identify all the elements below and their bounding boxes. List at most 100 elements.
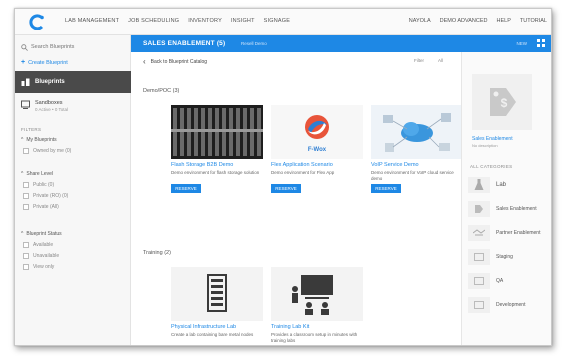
category-item-staging[interactable]: Staging — [468, 246, 550, 268]
category-item-lab[interactable]: Lab — [468, 174, 550, 196]
nav-job-scheduling[interactable]: JOB SCHEDULING — [128, 18, 179, 24]
plus-icon: + — [21, 59, 26, 66]
page-header: SALES ENABLEMENT (5) Resell Demo NEW — [131, 35, 551, 52]
flask-icon — [468, 177, 490, 193]
blueprint-card[interactable]: Flash Storage B2B Demo Demo environment … — [171, 105, 263, 193]
right-nav: NAYOLA DEMO ADVANCED HELP TUTORIAL — [409, 18, 547, 24]
blueprint-card[interactable]: Physical Infrastructure Lab Create a lab… — [171, 267, 263, 343]
development-icon — [468, 297, 490, 313]
chevron-up-icon: ^ — [21, 231, 24, 237]
new-label[interactable]: NEW — [517, 41, 528, 46]
category-item-qa[interactable]: QA — [468, 270, 550, 292]
top-navbar: LAB MANAGEMENT JOB SCHEDULING INVENTORY … — [15, 9, 551, 35]
reserve-button[interactable]: RESERVE — [271, 184, 301, 193]
card-description: Demo environment for VoIP cloud service … — [371, 170, 454, 181]
filter-option[interactable]: Unavailable — [21, 253, 62, 259]
card-title[interactable]: Training Lab Kit — [271, 324, 363, 330]
search-icon — [21, 43, 28, 51]
nav-domain[interactable]: DEMO ADVANCED — [440, 18, 488, 24]
price-tag-icon: $ — [472, 74, 532, 130]
section-title-demo: Demo/POC (3) — [143, 88, 180, 94]
sidebar: + Create Blueprint Blueprints Sandboxes … — [15, 35, 131, 345]
qa-icon — [468, 273, 490, 289]
filter-group-toggle[interactable]: ^ Share Level — [21, 171, 68, 177]
page-title: SALES ENABLEMENT (5) — [143, 40, 226, 47]
category-title: Sales Enablement — [472, 136, 513, 142]
category-item-sales-enablement[interactable]: Sales Enablement — [468, 198, 550, 220]
filter-option[interactable]: Private (All) — [21, 204, 68, 210]
back-link[interactable]: ‹ Back to Blueprint Catalog — [143, 57, 207, 66]
nav-inventory[interactable]: INVENTORY — [188, 18, 222, 24]
checkbox[interactable] — [23, 148, 29, 154]
filter-option[interactable]: View only — [21, 264, 62, 270]
chevron-up-icon: ^ — [21, 171, 24, 177]
checkbox[interactable] — [23, 253, 29, 259]
app-logo-image: F-Wox — [271, 105, 363, 159]
blueprint-card[interactable]: VoIP Service Demo Demo environment for V… — [371, 105, 463, 193]
rack-icon-image — [171, 267, 263, 321]
card-title[interactable]: VoIP Service Demo — [371, 162, 463, 168]
all-categories-header: ALL CATEGORIES — [470, 164, 513, 169]
blueprint-card[interactable]: Training Lab Kit Provides a classroom se… — [271, 267, 363, 343]
card-title[interactable]: Flash Storage B2B Demo — [171, 162, 263, 168]
category-item-development[interactable]: Development — [468, 294, 550, 316]
grid-view-icon[interactable] — [537, 39, 545, 47]
cloud-network-image — [371, 105, 463, 159]
chevron-left-icon: ‹ — [143, 57, 146, 66]
filter-option[interactable]: Private (RO) (0) — [21, 193, 68, 199]
checkbox[interactable] — [23, 193, 29, 199]
sandbox-icon — [21, 100, 30, 109]
card-title[interactable]: Physical Infrastructure Lab — [171, 324, 263, 330]
nav-help[interactable]: HELP — [497, 18, 511, 24]
filter-option[interactable]: Owned by me (0) — [21, 148, 71, 154]
filters-header: FILTERS — [21, 127, 42, 132]
sidebar-item-label: Blueprints — [35, 79, 65, 85]
card-description: Provides a classroom setup in minutes wi… — [271, 332, 358, 343]
card-description: Demo environment for Flex App — [271, 170, 335, 175]
app-logo-text: F-Wox — [308, 147, 327, 153]
create-blueprint-label: Create Blueprint — [28, 59, 68, 66]
category-panel: $ Sales Enablement No description ALL CA… — [461, 52, 551, 345]
checkbox[interactable] — [23, 242, 29, 248]
card-description: Create a lab containing bare metal nodes — [171, 332, 254, 337]
filter-group-toggle[interactable]: ^ My Blueprints — [21, 137, 71, 143]
chevron-up-icon: ^ — [21, 137, 24, 143]
sandbox-count: 0 Active • 0 Total — [35, 107, 69, 112]
filter-group-toggle[interactable]: ^ Blueprint Status — [21, 231, 62, 237]
svg-text:$: $ — [501, 96, 508, 110]
nav-lab-management[interactable]: LAB MANAGEMENT — [65, 18, 119, 24]
sort-control[interactable]: Filter All — [414, 58, 443, 63]
search-input[interactable] — [31, 44, 121, 50]
quali-logo-icon[interactable] — [29, 14, 46, 30]
staging-icon — [468, 249, 490, 265]
card-title[interactable]: Flex Application Scenario — [271, 162, 363, 168]
sort-value: All — [437, 58, 443, 63]
server-rack-image — [171, 105, 263, 159]
search-box — [21, 41, 125, 53]
section-title-training: Training (2) — [143, 250, 171, 256]
sidebar-item-sandboxes[interactable]: Sandboxes 0 Active • 0 Total — [15, 97, 131, 119]
blueprint-card[interactable]: F-Wox Flex Application Scenario Demo env… — [271, 105, 363, 193]
sidebar-item-blueprints[interactable]: Blueprints — [15, 71, 131, 93]
reserve-button[interactable]: RESERVE — [171, 184, 201, 193]
sort-label: Filter — [413, 58, 424, 63]
filter-option[interactable]: Public (0) — [21, 182, 68, 188]
tag-icon — [468, 201, 490, 217]
category-item-partner-enablement[interactable]: Partner Enablement — [468, 222, 550, 244]
filter-group-blueprint-status: ^ Blueprint Status Available Unavailable … — [21, 231, 62, 275]
blueprints-icon — [21, 78, 30, 86]
main-nav: LAB MANAGEMENT JOB SCHEDULING INVENTORY … — [65, 18, 290, 24]
filter-group-share-level: ^ Share Level Public (0) Private (RO) (0)… — [21, 171, 68, 215]
sidebar-item-label: Sandboxes — [35, 100, 63, 106]
card-description: Demo environment for flash storage solut… — [171, 170, 260, 175]
checkbox[interactable] — [23, 204, 29, 210]
create-blueprint-link[interactable]: + Create Blueprint — [21, 59, 68, 66]
nav-insight[interactable]: INSIGHT — [231, 18, 255, 24]
reserve-button[interactable]: RESERVE — [371, 184, 401, 193]
checkbox[interactable] — [23, 264, 29, 270]
nav-tutorial[interactable]: TUTORIAL — [520, 18, 547, 24]
checkbox[interactable] — [23, 182, 29, 188]
nav-signage[interactable]: SIGNAGE — [264, 18, 290, 24]
nav-user[interactable]: NAYOLA — [409, 18, 431, 24]
filter-option[interactable]: Available — [21, 242, 62, 248]
